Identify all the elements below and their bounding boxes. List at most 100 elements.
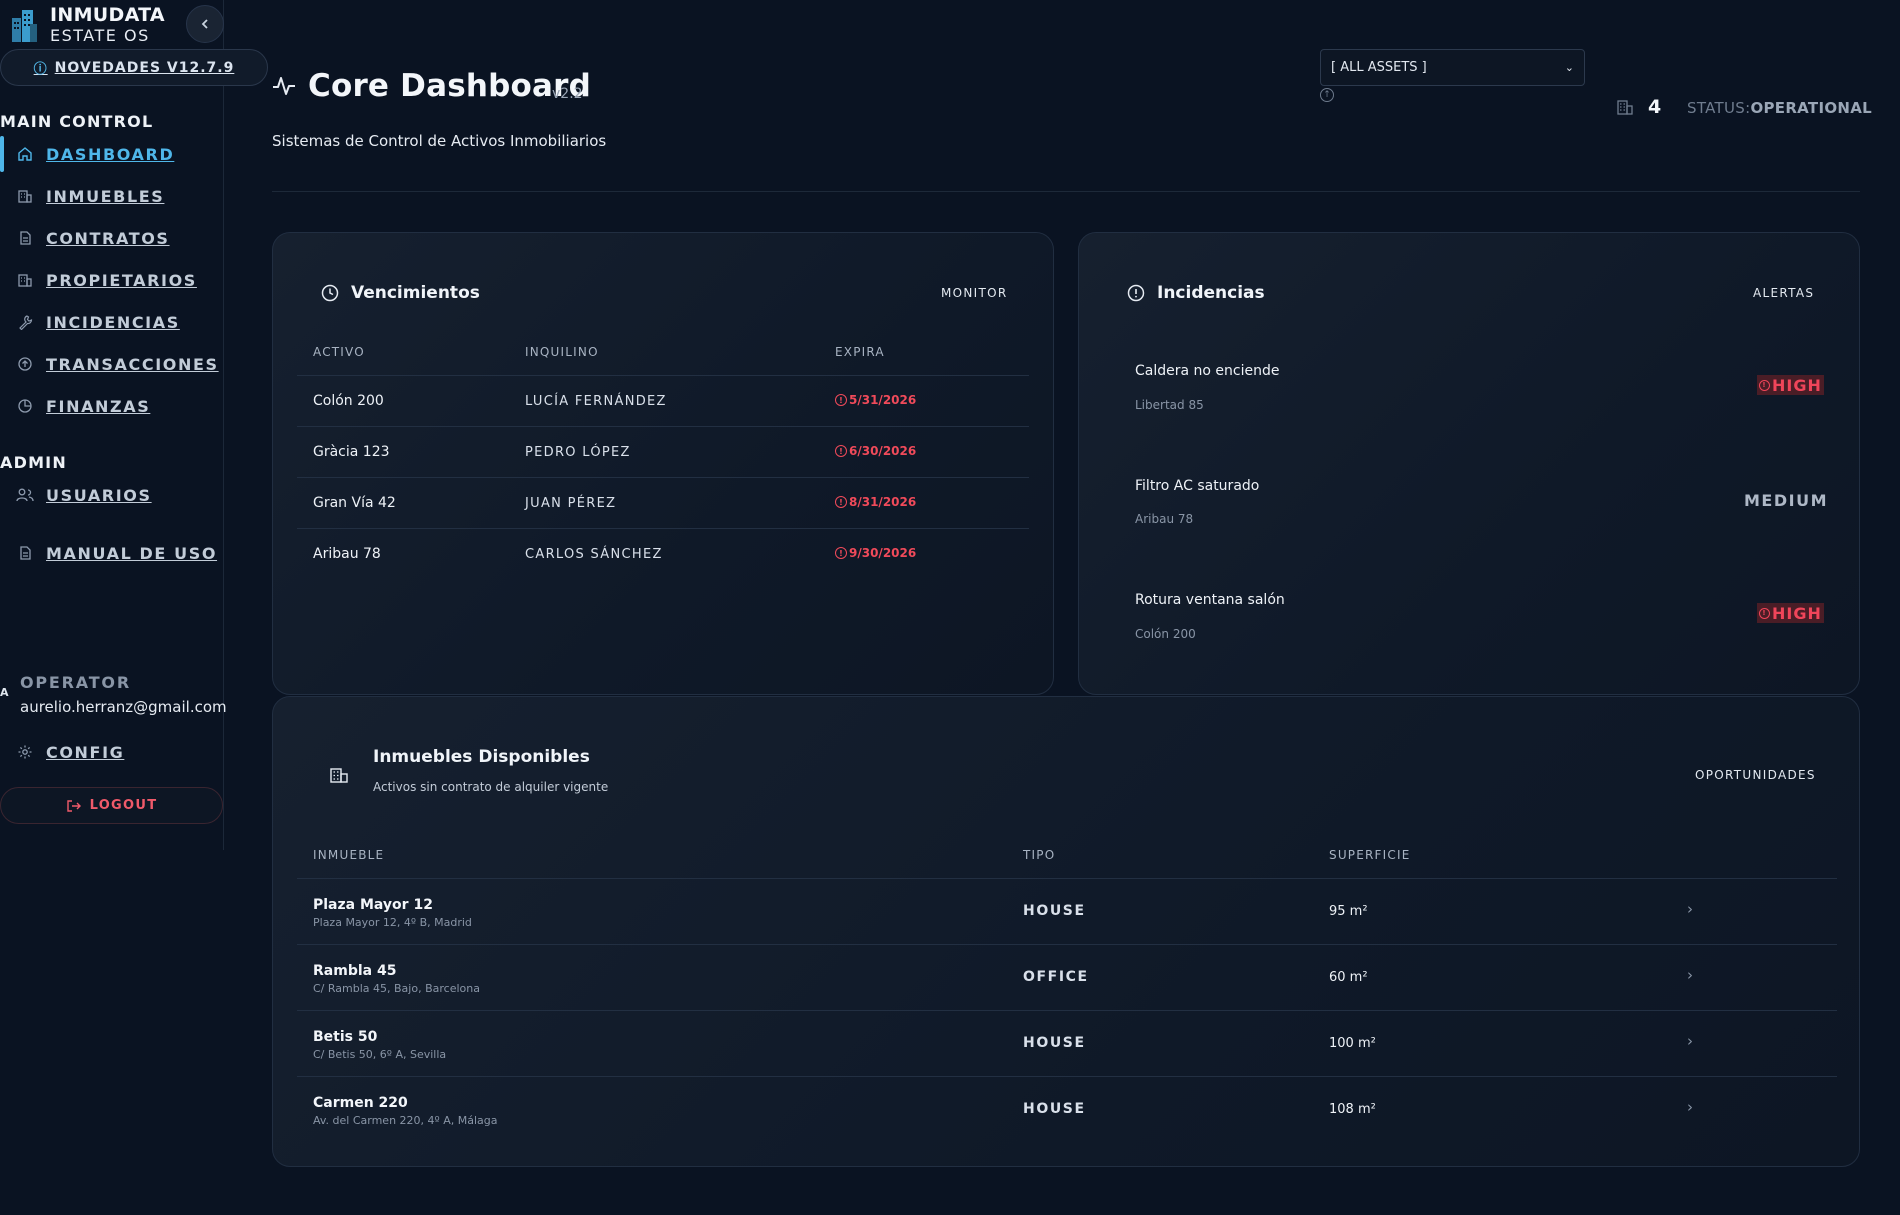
incident-title: Rotura ventana salón: [1135, 592, 1285, 608]
avatar: A: [0, 686, 9, 699]
alert-circle-icon: !: [835, 445, 847, 457]
news-label: NOVEDADES V12.7.9: [54, 59, 235, 76]
chevron-right-icon[interactable]: ›: [1687, 966, 1693, 984]
brand-subtitle: ESTATE OS: [50, 26, 150, 45]
vencimientos-card: Vencimientos MONITOR ACTIVO INQUILINO EX…: [272, 232, 1054, 695]
building-icon: [330, 768, 348, 783]
priority-label: HIGH: [1772, 603, 1822, 623]
building-icon: [16, 188, 34, 204]
expiry-date: 8/31/2026: [849, 495, 917, 509]
asset-count: 4: [1648, 96, 1662, 118]
priority-badge: ! HIGH: [1757, 603, 1824, 623]
property-type: OFFICE: [1023, 969, 1089, 985]
asset-cell: Gràcia 123: [313, 444, 390, 460]
incidencias-title: Incidencias: [1157, 283, 1265, 303]
property-address: C/ Betis 50, 6º A, Sevilla: [313, 1048, 447, 1061]
incident-title: Filtro AC saturado: [1135, 478, 1260, 494]
property-type: HOUSE: [1023, 1101, 1086, 1117]
tenant-cell: LUCÍA FERNÁNDEZ: [525, 394, 667, 409]
sidebar: INMUDATA ESTATE OS ⓘ NOVEDADES V12.7.9 M…: [0, 0, 268, 850]
operator-label: OPERATOR: [20, 673, 131, 692]
sidebar-item-label: INCIDENCIAS: [46, 312, 180, 332]
buildings-logo-icon: [12, 10, 37, 42]
sidebar-item-label: FINANZAS: [46, 396, 151, 416]
sidebar-item-dashboard[interactable]: DASHBOARD: [0, 135, 224, 173]
sidebar-item-manual[interactable]: MANUAL DE USO: [0, 534, 224, 572]
vencimientos-title: Vencimientos: [351, 283, 480, 303]
status-label: STATUS:: [1687, 99, 1751, 117]
asset-cell: Gran Vía 42: [313, 495, 396, 511]
status-indicator: STATUS:OPERATIONAL: [1687, 99, 1872, 117]
sidebar-item-label: MANUAL DE USO: [46, 543, 218, 563]
sidebar-item-transacciones[interactable]: TRANSACCIONES: [0, 345, 224, 383]
sidebar-item-incidencias[interactable]: INCIDENCIAS: [0, 303, 224, 341]
property-area: 95 m²: [1329, 904, 1368, 919]
clock-icon: [321, 284, 339, 302]
asset-filter-value: [ ALL ASSETS ]: [1331, 60, 1427, 75]
asset-filter-select[interactable]: [ ALL ASSETS ] ⌄: [1320, 49, 1585, 86]
wrench-icon: [16, 314, 34, 330]
chevron-right-icon[interactable]: ›: [1687, 1032, 1693, 1050]
brand[interactable]: INMUDATA ESTATE OS: [10, 4, 165, 46]
config-label: CONFIG: [46, 742, 125, 762]
expiry-cell: ! 6/30/2026: [835, 444, 916, 458]
alert-circle-icon: !: [835, 394, 847, 406]
sidebar-item-label: USUARIOS: [46, 485, 152, 505]
incidencias-card: Incidencias ALERTAS Caldera no enciende …: [1078, 232, 1860, 695]
chevron-right-icon[interactable]: ›: [1687, 1098, 1693, 1116]
brand-title: INMUDATA: [50, 4, 165, 26]
collapse-sidebar-button[interactable]: [186, 5, 224, 43]
sidebar-item-label: PROPIETARIOS: [46, 270, 197, 290]
property-area: 60 m²: [1329, 970, 1368, 985]
sidebar-item-usuarios[interactable]: USUARIOS: [0, 476, 224, 514]
info-icon: ⓘ: [33, 62, 48, 77]
admin-label: ADMIN: [0, 453, 67, 472]
expiry-date: 9/30/2026: [849, 546, 917, 560]
building-icon: [1617, 100, 1633, 115]
sidebar-item-contratos[interactable]: CONTRATOS: [0, 219, 224, 257]
alert-circle-icon: !: [835, 496, 847, 508]
document-icon: [16, 230, 34, 246]
page-title: Core Dashboard: [308, 68, 592, 104]
column-header-tipo: TIPO: [1023, 848, 1056, 862]
logout-label: LOGOUT: [89, 798, 158, 813]
column-header-inquilino: INQUILINO: [525, 345, 599, 359]
column-header-superficie: SUPERFICIE: [1329, 848, 1411, 862]
disponibles-subtitle: Activos sin contrato de alquiler vigente: [373, 780, 609, 794]
property-address: Av. del Carmen 220, 4º A, Málaga: [313, 1114, 498, 1127]
sidebar-item-inmuebles[interactable]: INMUEBLES: [0, 177, 224, 215]
row-divider: [297, 528, 1029, 529]
disponibles-title: Inmuebles Disponibles: [373, 747, 590, 767]
incident-location: Colón 200: [1135, 627, 1196, 641]
alertas-tag: ALERTAS: [1753, 286, 1815, 300]
chevron-right-icon[interactable]: ›: [1687, 900, 1693, 918]
status-value: OPERATIONAL: [1750, 99, 1873, 117]
document-icon: [16, 545, 34, 561]
config-button[interactable]: CONFIG: [0, 733, 224, 771]
property-area: 108 m²: [1329, 1102, 1376, 1117]
arrow-up-circle-icon[interactable]: ↑: [1320, 88, 1334, 102]
incident-location: Libertad 85: [1135, 398, 1204, 412]
property-name: Rambla 45: [313, 963, 397, 979]
column-header-activo: ACTIVO: [313, 345, 365, 359]
logout-button[interactable]: LOGOUT: [0, 787, 223, 824]
news-link[interactable]: ⓘ NOVEDADES V12.7.9: [0, 49, 268, 86]
sidebar-item-label: DASHBOARD: [46, 144, 175, 164]
home-icon: [16, 146, 34, 162]
alert-circle-icon: !: [1759, 379, 1770, 391]
logout-icon: [66, 799, 81, 812]
sidebar-item-label: TRANSACCIONES: [46, 354, 219, 374]
sidebar-item-finanzas[interactable]: FINANZAS: [0, 387, 224, 425]
alert-circle-icon: !: [1759, 607, 1770, 619]
incident-location: Aribau 78: [1135, 512, 1194, 526]
incident-title: Caldera no enciende: [1135, 363, 1280, 379]
tenant-cell: PEDRO LÓPEZ: [525, 445, 631, 460]
sidebar-item-label: CONTRATOS: [46, 228, 170, 248]
row-divider: [297, 426, 1029, 427]
alert-circle-icon: !: [835, 547, 847, 559]
sidebar-item-propietarios[interactable]: PROPIETARIOS: [0, 261, 224, 299]
column-header-inmueble: INMUEBLE: [313, 848, 385, 862]
tenant-cell: CARLOS SÁNCHEZ: [525, 547, 663, 562]
expiry-date: 5/31/2026: [849, 393, 917, 407]
priority-label: HIGH: [1772, 375, 1822, 395]
